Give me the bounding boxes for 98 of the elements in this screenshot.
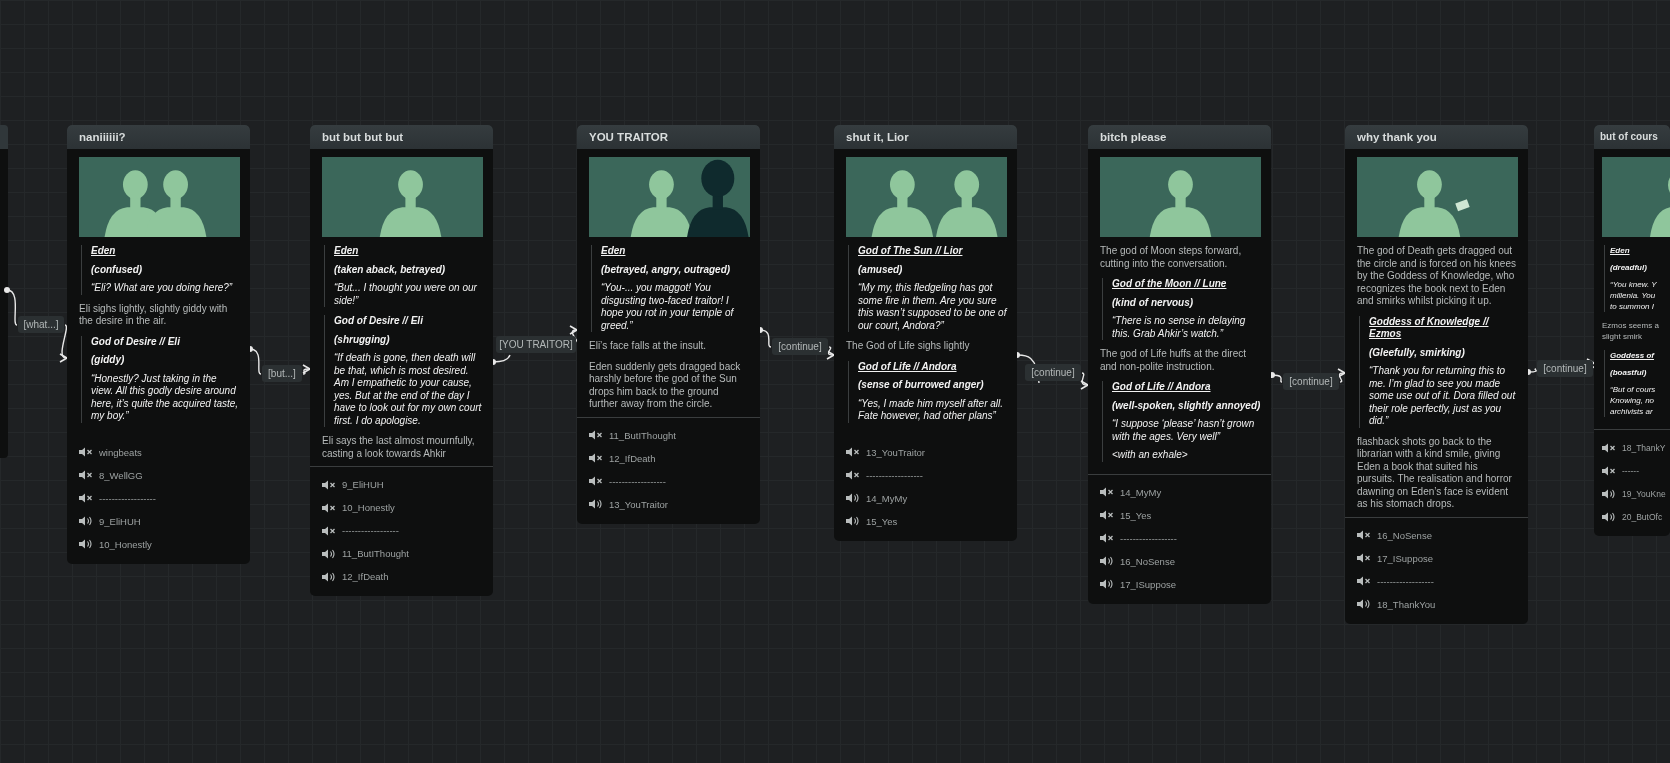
audio-clip-name: ------: [1622, 465, 1639, 476]
speaker-name: Goddess of: [1610, 350, 1656, 361]
audio-clip-name: 15_Yes: [1120, 509, 1152, 521]
emotion-label: (dreadful): [1610, 262, 1648, 273]
audio-clip-name: 12_IfDeath: [609, 452, 656, 464]
dialogue-line: “Honestly? Just taking in the view. All this godly desire around here, it’s quite the acquired taste, my boy.”: [91, 372, 240, 423]
narration-text: The God of Life sighs lightly: [846, 340, 971, 353]
audio-clip-name: 9_EliHUH: [99, 515, 141, 527]
narration-text: Eli says the last almost mournfully, casting a look towards Ahkir: [322, 435, 476, 460]
node-card[interactable]: but of cours Eden (dreadful) “You knew. Y millenia. You to summon I Ezmos seems a slight smirk Goddess of (boastful) “But of cours Knowing, no archivists ar 18_ThankY ------ 19_YouKne 20_ButOfc: [1594, 125, 1670, 536]
audio-clip-name: 18_ThankY: [1622, 442, 1666, 453]
audio-clip-name: ------------------: [1120, 532, 1177, 544]
audio-clip-name: ------------------: [866, 469, 923, 481]
dialogue-line: “You-... you maggot! You disgusting two-faced traitor! I hope you rot in your temple of greed.”: [601, 282, 735, 332]
dialogue-line: “If death is gone, then death will be that, which is most desired. Am I empathetic to your cause, yes. But at the end of the day I have to look out for my own court first. I do apologise.: [334, 352, 483, 427]
emotion-label: (kind of nervous): [1112, 296, 1195, 309]
dialogue-line: to summon I: [1610, 301, 1655, 312]
dialogue-line: “I suppose ‘please’ hasn’t grown with the ages. Very well”: [1112, 418, 1256, 443]
emotion-label: (giddy): [91, 354, 126, 367]
audio-clip-name: ------------------: [99, 492, 156, 504]
audio-clip-name: 17_ISuppose: [1120, 578, 1176, 590]
narration-text: flashback shots go back to the librarian with a kind smile, giving Eden a book that suited his pursuits. The realisation and horror dawning on Eden’s face is evident as his stomach drops.: [1357, 435, 1513, 511]
audio-clip-name: 9_EliHUH: [342, 479, 384, 490]
dialogue-line: “You knew. Y: [1610, 279, 1658, 290]
edge-label[interactable]: [but...]: [262, 365, 302, 382]
edge-label[interactable]: [continue]: [1025, 364, 1081, 381]
node-title: shut it, Lior: [834, 125, 1017, 149]
speaker-name: God of The Sun // Lior: [858, 245, 964, 258]
speaker-name: Eden: [1610, 245, 1631, 256]
speaker-name: Eden: [601, 245, 627, 258]
audio-clip-name: 16_NoSense: [1377, 529, 1432, 541]
dialogue-line: “My my, this fledgeling has got some fire in them. Are you sure this wasn’t supposed to be one of our court, Andora?”: [858, 282, 1007, 332]
dialogue-line: “But... I thought you were on our side!”: [334, 282, 478, 307]
audio-clip-name: 16_NoSense: [1120, 555, 1175, 567]
audio-clip-name: 12_IfDeath: [342, 571, 389, 582]
dialogue-line: “Eli? What are you doing here?”: [91, 282, 234, 295]
edge-label[interactable]: [what...]: [18, 316, 64, 333]
audio-clip-name: ------------------: [342, 525, 399, 536]
emotion-label: (amused): [858, 263, 904, 276]
dialogue-line: <with an exhale>: [1112, 449, 1189, 462]
speaker-name: God of Desire // Eli: [91, 335, 181, 348]
audio-clip-name: 18_ThankYou: [1377, 598, 1436, 610]
audio-clip-name: 14_MyMy: [866, 492, 908, 504]
audio-clip-name: 8_WellGG: [99, 469, 143, 481]
node-title: bitch please: [1088, 125, 1271, 149]
audio-clip-name: 13_YouTraitor: [866, 446, 925, 458]
narration-text: The god of Moon steps forward, cutting into the conversation.: [1100, 245, 1243, 270]
audio-clip-name: 11_ButIThought: [342, 548, 409, 559]
emotion-label: (confused): [91, 263, 144, 276]
narration-text: slight smirk: [1602, 331, 1643, 342]
edge-label[interactable]: [continue]: [1283, 373, 1339, 390]
edge-label[interactable]: [continue]: [1537, 360, 1593, 377]
narration-text: The god of Life huffs at the direct and non-polite instruction.: [1100, 348, 1248, 373]
narration-text: Eli sighs lightly, slightly giddy with the desire in the air.: [79, 302, 229, 328]
audio-clip-name: ------------------: [609, 475, 666, 487]
emotion-label: (boastful): [1610, 367, 1648, 378]
narration-text: Ezmos seems a: [1602, 320, 1660, 331]
emotion-label: (taken aback, betrayed): [334, 263, 447, 276]
emotion-label: (well-spoken, slightly annoyed): [1112, 399, 1261, 412]
speaker-name: Goddess of Knowledge // Ezmos: [1369, 315, 1491, 341]
narration-text: Eli’s face falls at the insult.: [589, 340, 708, 353]
dialogue-line: “But of cours: [1610, 384, 1657, 395]
dialogue-line: “Yes, I made him myself after all. Fate however, had other plans”: [858, 397, 1005, 423]
audio-clip-name: 19_YouKne: [1622, 488, 1666, 499]
speaker-name: God of Life // Andora: [1112, 381, 1212, 394]
edge-label[interactable]: [YOU TRAITOR]: [496, 336, 576, 353]
node-title: naniiiiii?: [67, 125, 250, 149]
node-title: but of cours: [1594, 125, 1670, 149]
audio-clip-name: 10_Honestly: [99, 538, 152, 550]
audio-clip-name: ------------------: [1377, 575, 1434, 587]
node-title: YOU TRAITOR: [577, 125, 760, 149]
speaker-name: Eden: [91, 245, 117, 258]
dialogue-line: millenia. You: [1610, 290, 1657, 301]
node-title: why thank you: [1345, 125, 1528, 149]
audio-clip-name: 15_Yes: [866, 515, 898, 527]
dialogue-line: “Thank you for returning this to me. I’m glad to see you made some use out of it. Dora filled out their role perfectly, just as you did.”: [1369, 365, 1517, 428]
audio-clip-name: 17_ISuppose: [1377, 552, 1433, 564]
emotion-label: (sense of burrowed anger): [858, 379, 985, 392]
emotion-label: (shrugging): [334, 333, 391, 346]
speaker-name: God of the Moon // Lune: [1112, 278, 1228, 291]
audio-clip-name: 11_ButIThought: [609, 429, 676, 441]
audio-clip-name: 13_YouTraitor: [609, 498, 668, 510]
audio-clip-name: wingbeats: [99, 446, 142, 458]
audio-clip-name: 10_Honestly: [342, 502, 395, 513]
audio-clip-name: 20_ButOfc: [1622, 511, 1663, 522]
audio-clip-name: 14_MyMy: [1120, 486, 1162, 498]
speaker-name: God of Desire // Eli: [334, 315, 424, 328]
dialogue-line: archivists ar: [1610, 406, 1654, 417]
emotion-label: (betrayed, angry, outraged): [601, 263, 732, 276]
narration-text: Eden suddenly gets dragged back harshly before the god of the Sun drops him back to the ground further away from the circle.: [589, 360, 742, 411]
dialogue-line: “There is no sense in delaying this. Grab Ahkir’s watch.”: [1112, 315, 1247, 340]
edge-label[interactable]: [continue]: [772, 338, 828, 355]
speaker-name: God of Life // Andora: [858, 360, 958, 373]
emotion-label: (Gleefully, smirking): [1369, 346, 1466, 359]
narration-text: The god of Death gets dragged out the circle and is forced on his knees by the Goddess of Knowledge, who recognizes the book next to Eden and smirks whilst picking it up.: [1357, 245, 1517, 308]
node-title: but but but but: [310, 125, 493, 149]
speaker-name: Eden: [334, 245, 360, 258]
dialogue-line: Knowing, no: [1610, 395, 1656, 406]
